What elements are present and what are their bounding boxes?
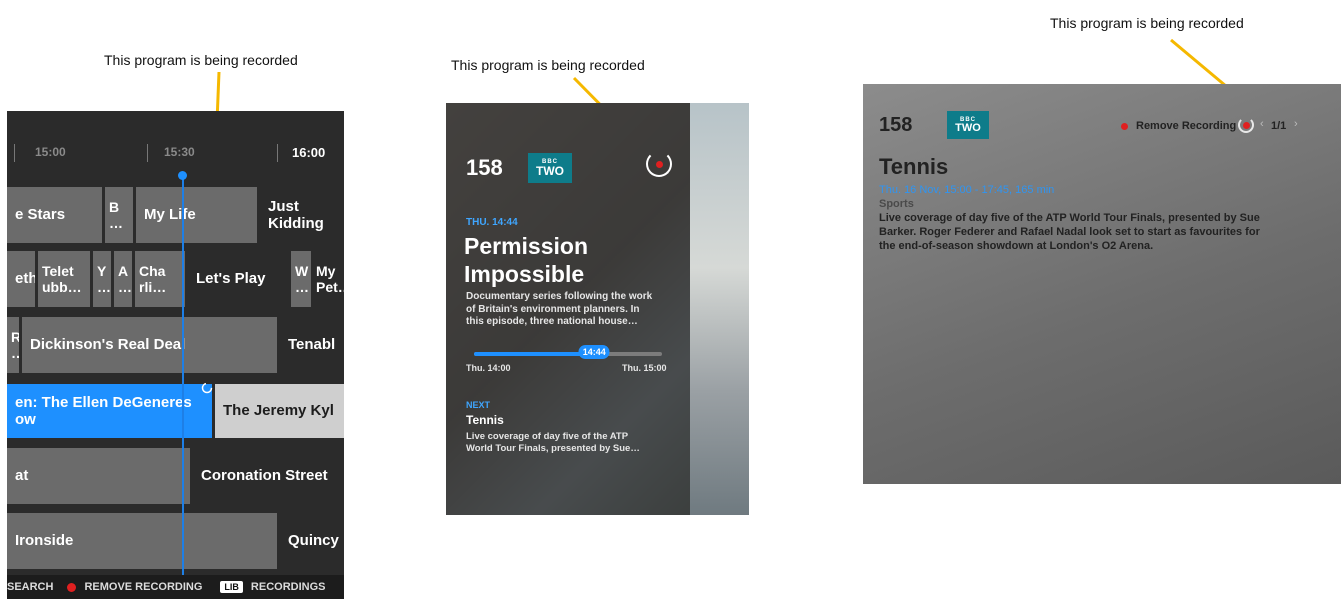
channel-number: 158	[466, 155, 503, 180]
program-description-line: of Britain's environment planners. In	[466, 303, 640, 315]
lib-key-icon: LIB	[220, 581, 243, 593]
recording-icon	[1238, 117, 1254, 133]
channel-logo-text: TWO	[536, 164, 564, 178]
remove-recording-button[interactable]: Remove Recording	[1136, 120, 1236, 132]
page-indicator: 1/1	[1271, 120, 1287, 132]
program-detail-panel: 158 BBC TWO Remove Recording ‹ 1/1 › Ten…	[863, 84, 1341, 484]
program-schedule: Thu. 16 Nov, 15:00 - 17:45, 165 min	[879, 184, 1055, 196]
program-cell[interactable]: Let's Play	[188, 251, 288, 307]
program-cell[interactable]: Quincy	[280, 513, 344, 569]
epg-grid-panel: 15:00 15:30 16:00 e Stars B … My Life Ju…	[7, 111, 344, 599]
program-description: Live coverage of day five of the ATP Wor…	[879, 212, 1329, 253]
program-description: Documentary series following the work of…	[466, 291, 652, 329]
program-cell[interactable]: My Pet…	[312, 251, 344, 307]
current-time-line	[182, 177, 184, 599]
page-next-icon[interactable]: ›	[1294, 118, 1298, 130]
recordings-button[interactable]: RECORDINGS	[251, 581, 326, 593]
program-title-line: Impossible	[464, 260, 585, 287]
program-description-line: Barker. Roger Federer and Rafael Nadal l…	[879, 225, 1260, 238]
end-time: Thu. 15:00	[622, 363, 667, 373]
program-title-line: Permission	[464, 233, 588, 259]
program-cell[interactable]: e Stars	[7, 187, 102, 243]
start-time: Thu. 14:00	[466, 363, 511, 373]
program-title: Tennis	[879, 154, 949, 179]
channel-logo-text: TWO	[955, 121, 981, 134]
next-label: NEXT	[466, 400, 491, 410]
program-cell[interactable]: at	[7, 448, 190, 504]
program-cell[interactable]: Coronation Street	[193, 448, 344, 504]
program-cell[interactable]: W …	[291, 251, 311, 307]
program-cell[interactable]: Y …	[93, 251, 111, 307]
next-description-line: Live coverage of day five of the ATP	[466, 431, 629, 442]
program-cell[interactable]: R …	[7, 317, 19, 373]
program-cell[interactable]: The Jeremy Kyl	[215, 384, 344, 438]
recording-icon	[646, 151, 672, 177]
next-description-line: World Tour Finals, presented by Sue…	[466, 442, 640, 454]
page-prev-icon[interactable]: ‹	[1260, 118, 1264, 130]
channel-logo: BBC TWO	[947, 111, 989, 139]
channel-number: 158	[879, 114, 913, 136]
airing-time: THU. 14:44	[466, 217, 518, 228]
program-genre: Sports	[879, 198, 914, 210]
program-title: Permission Impossible	[464, 233, 588, 288]
epg-footer: SEARCH REMOVE RECORDING LIB RECORDINGS	[7, 575, 344, 599]
program-description-line: the end-of-season showdown at London's O…	[879, 239, 1154, 252]
search-button[interactable]: SEARCH	[7, 581, 53, 593]
program-cell[interactable]: eth	[7, 251, 35, 307]
time-tick: 15:30	[164, 145, 195, 159]
progress-track: 14:44	[474, 345, 662, 359]
program-cell[interactable]: Ironside	[7, 513, 277, 569]
time-tick: 15:00	[35, 145, 66, 159]
channel-logo: BBC TWO	[528, 153, 572, 183]
progress-fill	[474, 352, 595, 356]
progress-time-badge: 14:44	[578, 345, 610, 359]
program-info-panel: 158 BBC TWO THU. 14:44 Permission Imposs…	[446, 103, 749, 515]
red-key-icon	[1121, 123, 1128, 130]
program-cell[interactable]: B …	[105, 187, 133, 243]
remove-recording-button[interactable]: REMOVE RECORDING	[84, 581, 202, 593]
program-cell[interactable]: A …	[114, 251, 132, 307]
current-time-marker	[178, 171, 187, 180]
next-program-title: Tennis	[466, 413, 504, 427]
program-cell[interactable]: Tenabl	[280, 317, 344, 373]
program-cell[interactable]: My Life	[136, 187, 257, 243]
next-program-description: Live coverage of day five of the ATP Wor…	[466, 431, 640, 455]
time-tick-current: 16:00	[292, 145, 326, 160]
program-cell[interactable]: Cha rli…	[135, 251, 185, 307]
program-cell[interactable]: Dickinson's Real Deal	[22, 317, 277, 373]
recording-icon	[201, 382, 213, 394]
program-cell[interactable]: Telet ubb…	[38, 251, 90, 307]
program-description-line: this episode, three national house…	[466, 316, 638, 327]
program-description-line: Live coverage of day five of the ATP Wor…	[879, 212, 1260, 224]
program-cell[interactable]: Just Kidding	[260, 187, 344, 243]
video-background	[690, 103, 749, 515]
program-description-line: Documentary series following the work	[466, 291, 653, 302]
red-key-icon	[67, 582, 77, 592]
